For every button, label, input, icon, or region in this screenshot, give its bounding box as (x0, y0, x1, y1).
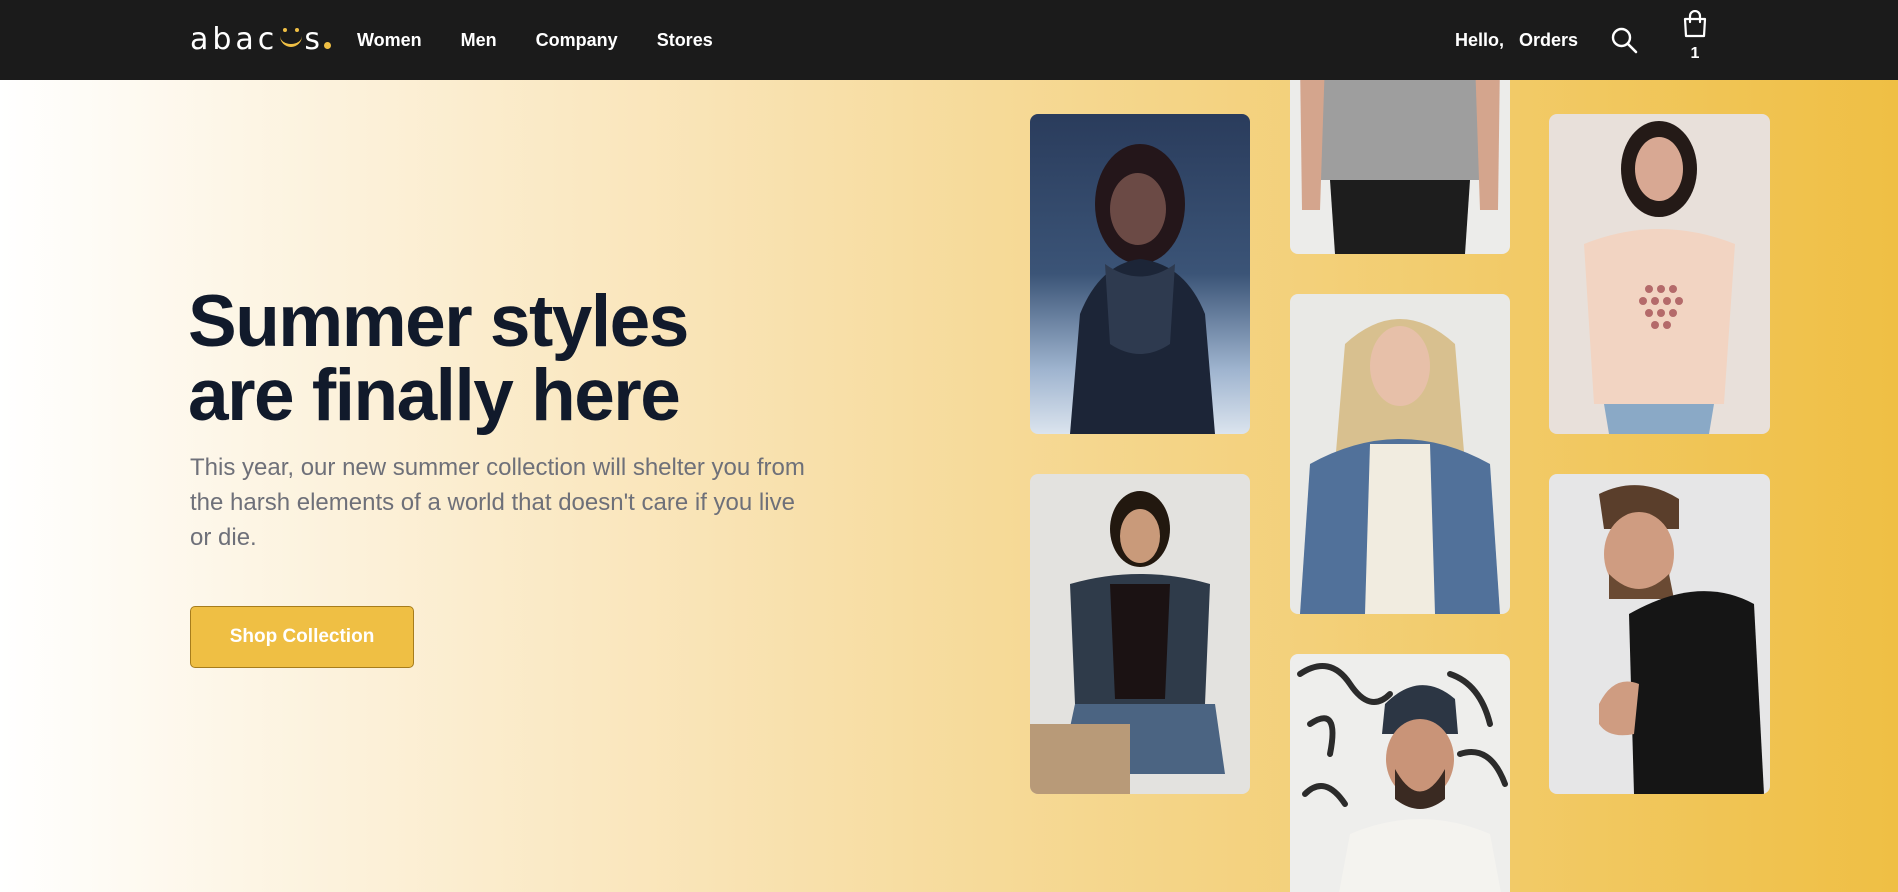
woman-scarf-photo (1030, 114, 1250, 434)
account-area: Hello, Orders (1455, 0, 1578, 80)
shop-collection-button[interactable]: Shop Collection (190, 606, 414, 668)
woman-denim-jacket-photo (1290, 294, 1510, 614)
woman-sitting-jacket-photo (1030, 474, 1250, 794)
logo-dot-icon (323, 42, 331, 49)
cart-count: 1 (1690, 45, 1700, 62)
search-button[interactable] (1610, 26, 1638, 54)
top-navbar: abac s Women Men Company Stores Hello, Or… (0, 0, 1898, 80)
nav-link-men[interactable]: Men (461, 30, 497, 51)
nav-link-women[interactable]: Women (357, 30, 422, 51)
man-grey-tshirt-photo (1290, 60, 1510, 254)
greeting-text: Hello, (1455, 29, 1505, 50)
nav-link-stores[interactable]: Stores (657, 30, 713, 51)
smile-icon (280, 28, 303, 47)
nav-link-company[interactable]: Company (536, 30, 618, 51)
cart-button[interactable]: 1 (1680, 9, 1710, 66)
hero-headline: Summer styles are finally here (188, 285, 689, 436)
headline-line-1: Summer styles (188, 281, 689, 362)
shopping-bag-icon (1683, 9, 1707, 38)
man-beanie-photo (1290, 654, 1510, 892)
logo-text-end: s (304, 22, 324, 57)
orders-link[interactable]: Orders (1519, 30, 1578, 51)
headline-line-2: are finally here (188, 355, 681, 436)
main-nav: Women Men Company Stores (357, 0, 752, 80)
page: abac s Women Men Company Stores Hello, Or… (0, 0, 1898, 892)
woman-pink-tee-photo (1549, 114, 1770, 434)
man-black-tee-photo (1549, 474, 1770, 794)
search-icon (1611, 27, 1638, 54)
logo-text-start: abac (190, 22, 279, 57)
hero-subtext: This year, our new summer collection wil… (190, 454, 805, 551)
brand-logo[interactable]: abac s (190, 18, 331, 62)
